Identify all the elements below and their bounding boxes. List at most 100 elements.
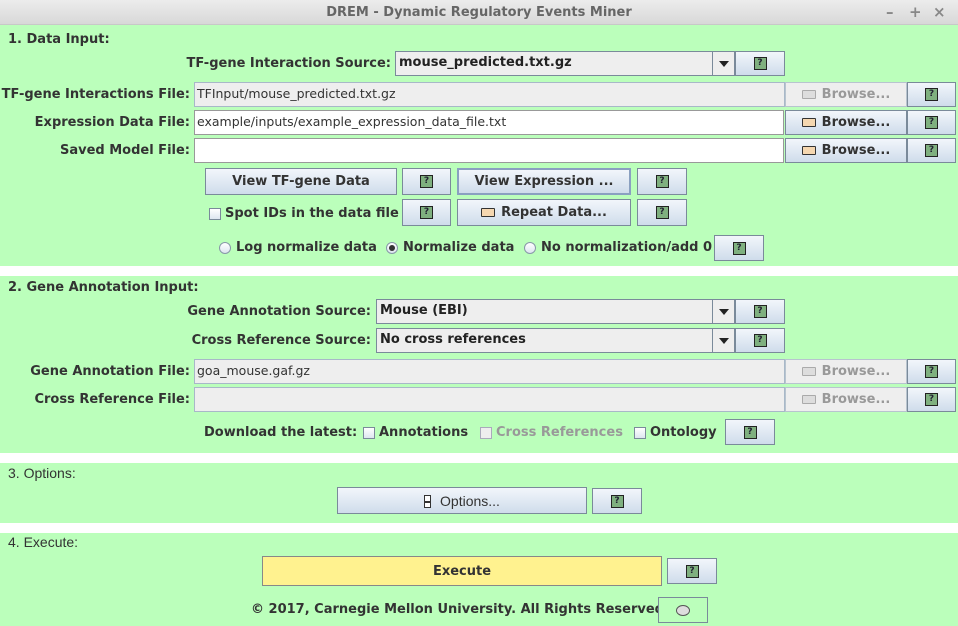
help-icon: ? [925, 393, 938, 406]
help-icon: ? [610, 494, 624, 508]
annotation-file-browse-button[interactable]: Browse... [785, 359, 907, 384]
expr-file-help-button[interactable]: ? [907, 110, 956, 135]
view-tf-data-button[interactable]: View TF-gene Data [205, 168, 397, 195]
crossref-file-browse-button[interactable]: Browse... [785, 387, 907, 412]
section-title-data-input: 1. Data Input: [8, 32, 110, 47]
download-help-button[interactable]: ? [725, 419, 775, 445]
tf-file-help-button[interactable]: ? [907, 82, 956, 107]
help-icon: ? [925, 144, 938, 157]
crossref-source-combo[interactable]: No cross references [376, 328, 735, 353]
help-icon: ? [753, 57, 767, 70]
options-button[interactable]: Options... [337, 487, 587, 514]
chevron-down-icon[interactable] [712, 329, 734, 352]
execute-button[interactable]: Execute [262, 556, 662, 586]
view-tf-help-button[interactable]: ? [402, 168, 451, 195]
repeat-data-label: Repeat Data... [501, 205, 607, 220]
help-icon: ? [655, 206, 669, 219]
feedback-button[interactable] [658, 597, 708, 623]
view-expression-button[interactable]: View Expression ... [457, 168, 631, 195]
tf-file-browse-button[interactable]: Browse... [785, 82, 907, 107]
help-icon: ? [655, 175, 669, 188]
crossref-file-help-button[interactable]: ? [907, 387, 956, 412]
chevron-down-icon[interactable] [712, 300, 734, 323]
checkbox-box[interactable] [634, 426, 646, 439]
help-icon: ? [743, 425, 757, 439]
help-icon: ? [420, 206, 433, 219]
radio-dot-selected[interactable] [386, 241, 398, 254]
expr-file-field[interactable]: example/inputs/example_expression_data_f… [194, 110, 784, 135]
saved-model-help-button[interactable]: ? [907, 138, 956, 163]
options-panel: 3. Options: Options... ? [0, 463, 958, 523]
annotation-source-help-button[interactable]: ? [735, 299, 785, 324]
folder-icon [801, 90, 816, 99]
checkbox-label: Annotations [379, 425, 469, 440]
options-help-button[interactable]: ? [592, 488, 642, 514]
annotation-file-field[interactable]: goa_mouse.gaf.gz [194, 359, 785, 384]
crossref-file-label: Cross Reference File: [34, 392, 190, 407]
radio-label: No normalization/add 0 [541, 240, 713, 255]
download-crossrefs-checkbox[interactable]: Cross References [480, 425, 623, 440]
chevron-down-icon[interactable] [712, 52, 734, 75]
saved-model-browse-button[interactable]: Browse... [785, 138, 907, 163]
checklist-icon [424, 494, 434, 508]
crossref-file-field[interactable] [194, 387, 785, 412]
radio-log-normalize[interactable]: Log normalize data [219, 240, 377, 255]
checkbox-label: Ontology [650, 425, 717, 440]
annotation-file-help-button[interactable]: ? [907, 359, 956, 384]
help-icon: ? [732, 241, 746, 255]
saved-model-field[interactable] [194, 138, 784, 163]
browse-label: Browse... [821, 143, 891, 158]
annotation-source-value: Mouse (EBI) [380, 303, 468, 318]
checkbox-label: Cross References [496, 425, 623, 440]
execute-help-button[interactable]: ? [667, 558, 717, 584]
help-icon: ? [925, 116, 938, 129]
section-title-execute: 4. Execute: [8, 534, 79, 550]
crossref-source-help-button[interactable]: ? [735, 328, 785, 353]
view-expr-help-button[interactable]: ? [637, 168, 687, 195]
help-icon: ? [685, 564, 699, 578]
radio-dot[interactable] [524, 241, 536, 254]
checkbox-box[interactable] [363, 426, 375, 439]
expr-file-browse-button[interactable]: Browse... [785, 110, 907, 135]
radio-label: Log normalize data [236, 240, 377, 255]
speech-bubble-icon [676, 604, 690, 616]
tf-source-combo[interactable]: mouse_predicted.txt.gz [395, 51, 735, 76]
browse-label: Browse... [821, 364, 891, 379]
tf-file-label: TF-gene Interactions File: [1, 87, 190, 102]
radio-normalize[interactable]: Normalize data [386, 240, 514, 255]
annotation-source-combo[interactable]: Mouse (EBI) [376, 299, 735, 324]
checkbox-box[interactable] [209, 207, 221, 220]
download-ontology-checkbox[interactable]: Ontology [634, 425, 717, 440]
browse-label: Browse... [821, 392, 891, 407]
spot-ids-help-button[interactable]: ? [402, 199, 451, 226]
help-icon: ? [753, 334, 767, 347]
crossref-source-label: Cross Reference Source: [191, 333, 371, 348]
tf-file-field[interactable]: TFInput/mouse_predicted.txt.gz [194, 82, 785, 107]
data-input-panel: 1. Data Input: TF-gene Interaction Sourc… [0, 25, 958, 266]
maximize-icon[interactable]: + [909, 3, 922, 21]
annotation-file-label: Gene Annotation File: [30, 364, 190, 379]
download-latest-label: Download the latest: [204, 425, 358, 440]
download-annotations-checkbox[interactable]: Annotations [363, 425, 468, 440]
tf-source-value: mouse_predicted.txt.gz [399, 55, 572, 70]
folder-icon [801, 367, 816, 376]
folder-icon [801, 118, 816, 127]
section-title-options: 3. Options: [8, 465, 76, 481]
normalization-help-button[interactable]: ? [714, 235, 764, 261]
folder-icon [801, 395, 816, 404]
tf-source-help-button[interactable]: ? [735, 51, 785, 76]
radio-no-normalization[interactable]: No normalization/add 0 [524, 240, 712, 255]
section-title-gene-annotation: 2. Gene Annotation Input: [8, 280, 199, 295]
spot-ids-checkbox[interactable]: Spot IDs in the data file [209, 206, 399, 221]
close-icon[interactable]: × [933, 3, 946, 21]
checkbox-box[interactable] [480, 426, 492, 439]
minimize-icon[interactable]: – [886, 3, 894, 21]
repeat-data-button[interactable]: Repeat Data... [457, 199, 631, 226]
spot-ids-label: Spot IDs in the data file [225, 206, 399, 221]
help-icon: ? [925, 88, 938, 101]
repeat-data-help-button[interactable]: ? [637, 199, 687, 226]
folder-icon [481, 208, 496, 217]
help-icon: ? [753, 305, 767, 318]
radio-dot[interactable] [219, 241, 231, 254]
browse-label: Browse... [821, 115, 891, 130]
